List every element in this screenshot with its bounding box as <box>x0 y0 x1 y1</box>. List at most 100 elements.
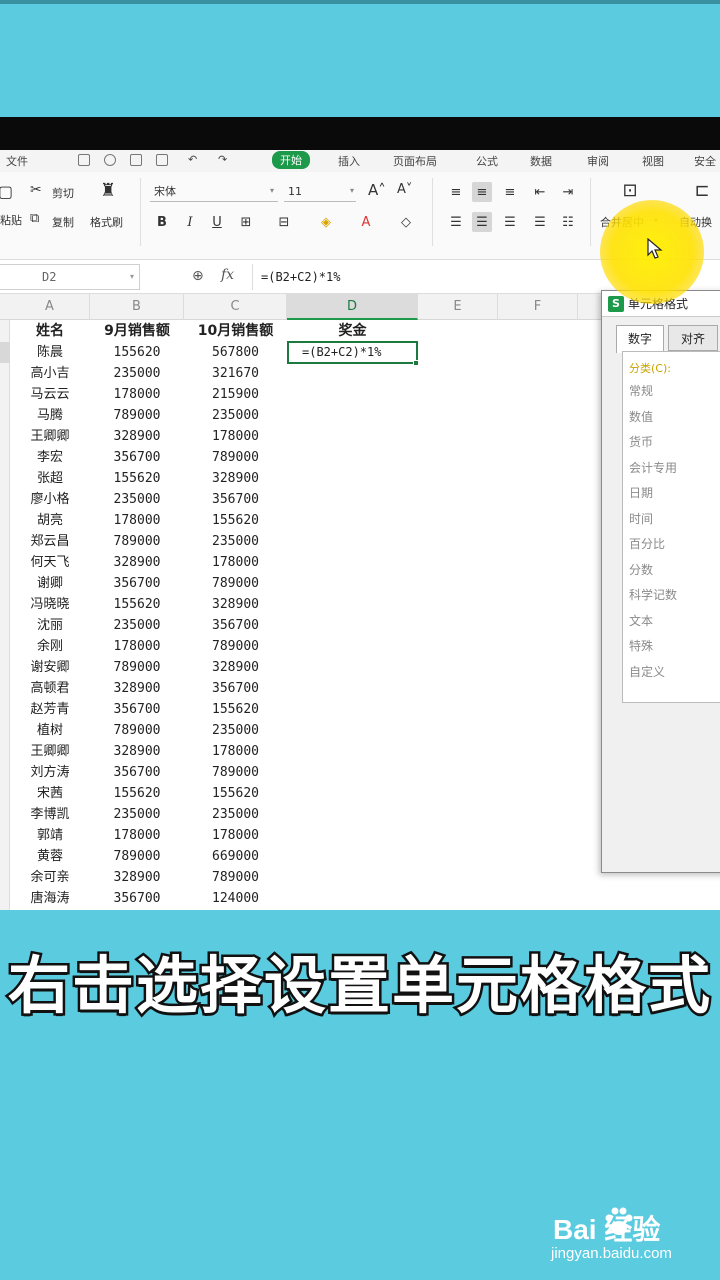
name-cell[interactable]: 何天飞 <box>10 552 90 573</box>
export-icon[interactable] <box>104 154 116 166</box>
tab-number[interactable]: 数字 <box>616 325 664 353</box>
header-cell-bonus[interactable]: 奖金 <box>287 321 418 342</box>
sep-sales-cell[interactable]: 356700 <box>90 762 184 783</box>
chevron-down-icon[interactable]: ▾ <box>350 186 354 195</box>
name-cell[interactable]: 李博凯 <box>10 804 90 825</box>
sep-sales-cell[interactable]: 235000 <box>90 489 184 510</box>
align-right-icon[interactable]: ☰ <box>500 212 520 232</box>
oct-sales-cell[interactable]: 155620 <box>184 510 287 531</box>
tab-view[interactable]: 视图 <box>642 153 664 169</box>
name-cell[interactable]: 高顿君 <box>10 678 90 699</box>
name-cell[interactable]: 冯晓晓 <box>10 594 90 615</box>
undo-icon[interactable]: ↶ <box>188 153 197 166</box>
preview-icon[interactable] <box>156 154 168 166</box>
oct-sales-cell[interactable]: 235000 <box>184 720 287 741</box>
header-cell-name[interactable]: 姓名 <box>10 321 90 342</box>
name-cell[interactable]: 张超 <box>10 468 90 489</box>
eraser-icon[interactable]: ◇ <box>396 212 416 232</box>
paste-label[interactable]: 粘贴 <box>0 212 22 228</box>
category-item[interactable]: 日期 <box>629 484 653 501</box>
category-item[interactable]: 科学记数 <box>629 586 677 603</box>
category-item[interactable]: 会计专用 <box>629 459 677 476</box>
category-item[interactable]: 时间 <box>629 510 653 527</box>
paste-icon[interactable]: ▢ <box>0 182 13 201</box>
align-bottom-icon[interactable]: ≡ <box>500 182 520 202</box>
sep-sales-cell[interactable]: 155620 <box>90 468 184 489</box>
align-left-icon[interactable]: ☰ <box>446 212 466 232</box>
sep-sales-cell[interactable]: 789000 <box>90 846 184 867</box>
tab-home[interactable]: 开始 <box>272 151 310 169</box>
column-header-a[interactable]: A <box>10 294 90 320</box>
tab-insert[interactable]: 插入 <box>338 153 360 169</box>
format-painter-label[interactable]: 格式刷 <box>90 214 123 230</box>
chevron-down-icon[interactable]: ▾ <box>130 272 134 281</box>
decrease-font-icon[interactable]: A˅ <box>397 182 412 197</box>
name-cell[interactable]: 李宏 <box>10 447 90 468</box>
wrap-text-icon[interactable]: ⊏ <box>692 180 712 201</box>
underline-button[interactable]: U <box>207 212 227 232</box>
oct-sales-cell[interactable]: 328900 <box>184 594 287 615</box>
column-header-f[interactable]: F <box>498 294 578 320</box>
align-top-icon[interactable]: ≡ <box>446 182 466 202</box>
name-cell[interactable]: 郭靖 <box>10 825 90 846</box>
sep-sales-cell[interactable]: 328900 <box>90 678 184 699</box>
oct-sales-cell[interactable]: 356700 <box>184 678 287 699</box>
sep-sales-cell[interactable]: 155620 <box>90 342 184 363</box>
sep-sales-cell[interactable]: 235000 <box>90 363 184 384</box>
oct-sales-cell[interactable]: 356700 <box>184 615 287 636</box>
sep-sales-cell[interactable]: 178000 <box>90 636 184 657</box>
save-icon[interactable] <box>78 154 90 166</box>
oct-sales-cell[interactable]: 178000 <box>184 426 287 447</box>
column-header-c[interactable]: C <box>184 294 287 320</box>
oct-sales-cell[interactable]: 328900 <box>184 657 287 678</box>
oct-sales-cell[interactable]: 328900 <box>184 468 287 489</box>
sep-sales-cell[interactable]: 178000 <box>90 825 184 846</box>
sep-sales-cell[interactable]: 789000 <box>90 405 184 426</box>
merge-cells-icon[interactable]: ⊡ <box>620 180 640 201</box>
oct-sales-cell[interactable]: 789000 <box>184 447 287 468</box>
sep-sales-cell[interactable]: 356700 <box>90 699 184 720</box>
name-box[interactable]: D2 <box>0 264 140 290</box>
copy-icon[interactable]: ⧉ <box>30 211 39 226</box>
category-item[interactable]: 百分比 <box>629 535 665 552</box>
sep-sales-cell[interactable]: 328900 <box>90 426 184 447</box>
increase-indent-icon[interactable]: ⇥ <box>558 182 578 202</box>
sep-sales-cell[interactable]: 178000 <box>90 384 184 405</box>
sep-sales-cell[interactable]: 235000 <box>90 804 184 825</box>
sep-sales-cell[interactable]: 789000 <box>90 657 184 678</box>
oct-sales-cell[interactable]: 356700 <box>184 489 287 510</box>
name-cell[interactable]: 王卿卿 <box>10 426 90 447</box>
print-icon[interactable] <box>130 154 142 166</box>
cut-label[interactable]: 剪切 <box>52 185 74 201</box>
oct-sales-cell[interactable]: 235000 <box>184 405 287 426</box>
tab-security[interactable]: 安全 <box>694 153 716 169</box>
increase-font-icon[interactable]: A˄ <box>368 181 386 199</box>
name-cell[interactable]: 唐海涛 <box>10 888 90 909</box>
sep-sales-cell[interactable]: 328900 <box>90 741 184 762</box>
sep-sales-cell[interactable]: 789000 <box>90 531 184 552</box>
tab-page-layout[interactable]: 页面布局 <box>393 153 437 169</box>
decrease-indent-icon[interactable]: ⇤ <box>530 182 550 202</box>
oct-sales-cell[interactable]: 215900 <box>184 384 287 405</box>
zoom-icon[interactable]: ⊕ <box>192 268 204 284</box>
font-color-icon[interactable]: A <box>356 212 376 232</box>
header-cell-oct-sales[interactable]: 10月销售额 <box>184 321 287 342</box>
category-item[interactable]: 分数 <box>629 561 653 578</box>
cell-style-icon[interactable]: ⊟ <box>274 212 294 232</box>
name-cell[interactable]: 陈晨 <box>10 342 90 363</box>
oct-sales-cell[interactable]: 669000 <box>184 846 287 867</box>
chevron-down-icon[interactable]: ▾ <box>270 186 274 195</box>
oct-sales-cell[interactable]: 235000 <box>184 804 287 825</box>
font-size-select[interactable]: 11 <box>284 182 356 202</box>
name-cell[interactable]: 胡亮 <box>10 510 90 531</box>
sep-sales-cell[interactable]: 356700 <box>90 447 184 468</box>
sep-sales-cell[interactable]: 235000 <box>90 615 184 636</box>
sep-sales-cell[interactable]: 356700 <box>90 888 184 909</box>
copy-label[interactable]: 复制 <box>52 214 74 230</box>
active-cell-d2[interactable]: =(B2+C2)*1% <box>287 341 418 364</box>
header-cell-sep-sales[interactable]: 9月销售额 <box>90 321 184 342</box>
fill-color-icon[interactable]: ◈ <box>316 212 336 232</box>
sep-sales-cell[interactable]: 155620 <box>90 783 184 804</box>
font-name-select[interactable]: 宋体 <box>150 182 278 202</box>
column-header-e[interactable]: E <box>418 294 498 320</box>
